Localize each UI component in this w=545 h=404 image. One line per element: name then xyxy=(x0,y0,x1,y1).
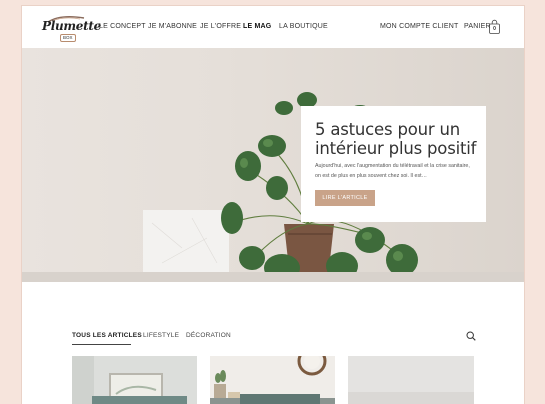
cart-count-badge: 0 xyxy=(493,26,496,32)
nav-le-concept[interactable]: LE CONCEPT xyxy=(99,22,146,32)
brand-subtitle: BOX xyxy=(60,34,76,42)
active-tab-underline xyxy=(72,344,131,345)
article-thumbnail-2[interactable] xyxy=(210,356,335,404)
article-image-2 xyxy=(210,356,335,404)
tab-all-articles[interactable]: TOUS LES ARTICLES xyxy=(72,331,142,341)
tab-lifestyle[interactable]: LIFESTYLE xyxy=(143,331,179,341)
nav-la-boutique[interactable]: LA BOUTIQUE xyxy=(279,22,328,32)
hero-floor xyxy=(22,272,524,282)
nav-account[interactable]: MON COMPTE CLIENT xyxy=(380,22,458,32)
nav-cart[interactable]: PANIER xyxy=(464,22,491,32)
nav-je-mabonne[interactable]: JE M'ABONNE xyxy=(148,22,197,32)
search-icon[interactable] xyxy=(466,331,476,341)
article-filters: TOUS LES ARTICLES LIFESTYLE DÉCORATION xyxy=(22,328,524,346)
article-thumbnail-1[interactable] xyxy=(72,356,197,404)
page-frame: Plumette BOX LE CONCEPT JE M'ABONNE JE L… xyxy=(22,6,524,404)
article-image-1 xyxy=(72,356,197,404)
article-thumbnail-3[interactable] xyxy=(348,356,474,404)
read-article-button[interactable]: LIRE L'ARTICLE xyxy=(315,190,375,206)
featured-article-excerpt: Aujourd'hui, avec l'augmentation du télé… xyxy=(315,163,470,179)
featured-article-card: 5 astuces pour un intérieur plus positif… xyxy=(301,106,486,222)
main-nav: LE CONCEPT JE M'ABONNE JE L'OFFRE LE MAG… xyxy=(22,22,524,34)
featured-article-title[interactable]: 5 astuces pour un intérieur plus positif xyxy=(315,120,480,158)
hero-banner: 5 astuces pour un intérieur plus positif… xyxy=(22,48,524,282)
article-image-3 xyxy=(348,356,474,404)
site-header: Plumette BOX LE CONCEPT JE M'ABONNE JE L… xyxy=(22,6,524,49)
tab-decoration[interactable]: DÉCORATION xyxy=(186,331,231,341)
nav-je-loffre[interactable]: JE L'OFFRE xyxy=(200,22,241,32)
nav-le-mag[interactable]: LE MAG xyxy=(243,22,271,32)
